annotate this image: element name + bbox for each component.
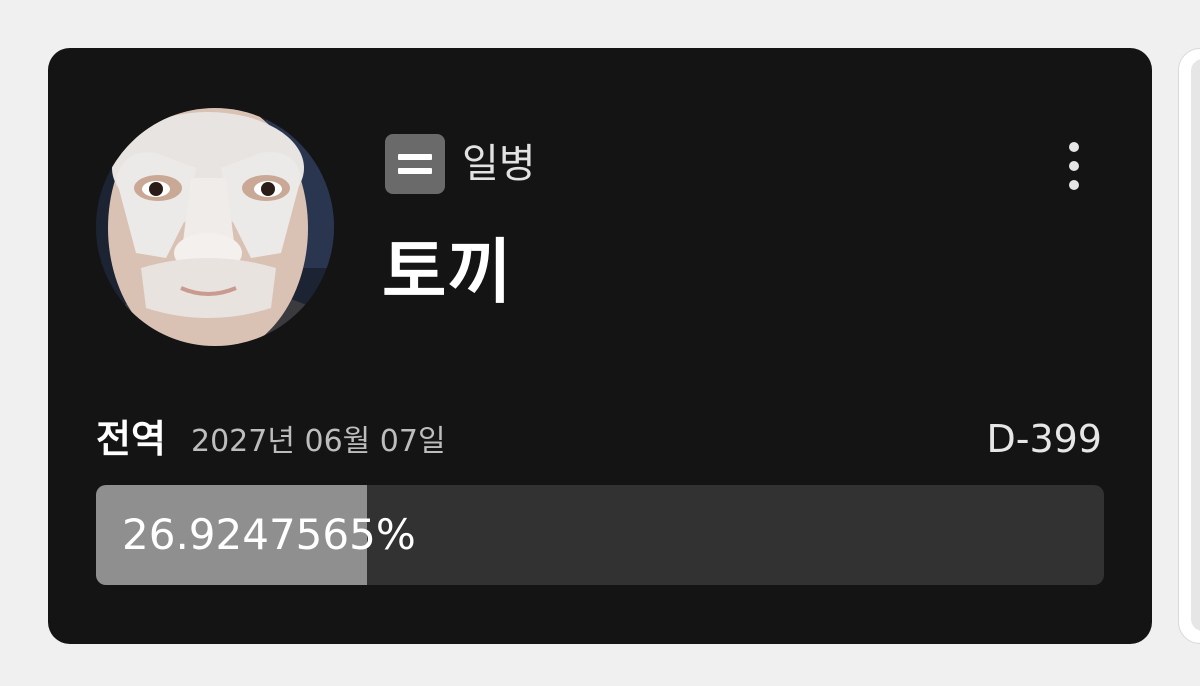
progress-percentage: 26.9247565% bbox=[122, 510, 416, 559]
next-card-content bbox=[1191, 59, 1200, 631]
discharge-label: 전역 bbox=[96, 417, 166, 461]
next-card-peek[interactable] bbox=[1178, 48, 1200, 644]
more-vertical-icon-dot bbox=[1069, 161, 1079, 171]
d-day-counter: D-399 bbox=[986, 417, 1102, 461]
rank-badge-icon bbox=[385, 134, 445, 194]
rank-stripe bbox=[398, 168, 432, 174]
rank-stripe bbox=[398, 154, 432, 160]
avatar-photo bbox=[96, 108, 334, 346]
avatar bbox=[96, 108, 334, 346]
more-options-button[interactable] bbox=[1050, 136, 1098, 196]
service-progress-bar: 26.9247565% bbox=[96, 485, 1104, 585]
rank-label: 일병 bbox=[462, 141, 536, 187]
profile-name: 토끼 bbox=[382, 231, 513, 313]
more-vertical-icon-dot bbox=[1069, 180, 1079, 190]
service-card: 일병 토끼 전역 2027년 06월 07일 D-399 26.9247565% bbox=[48, 48, 1152, 644]
screen: 일병 토끼 전역 2027년 06월 07일 D-399 26.9247565% bbox=[0, 0, 1200, 686]
more-vertical-icon bbox=[1069, 142, 1079, 152]
discharge-date: 2027년 06월 07일 bbox=[191, 424, 446, 459]
